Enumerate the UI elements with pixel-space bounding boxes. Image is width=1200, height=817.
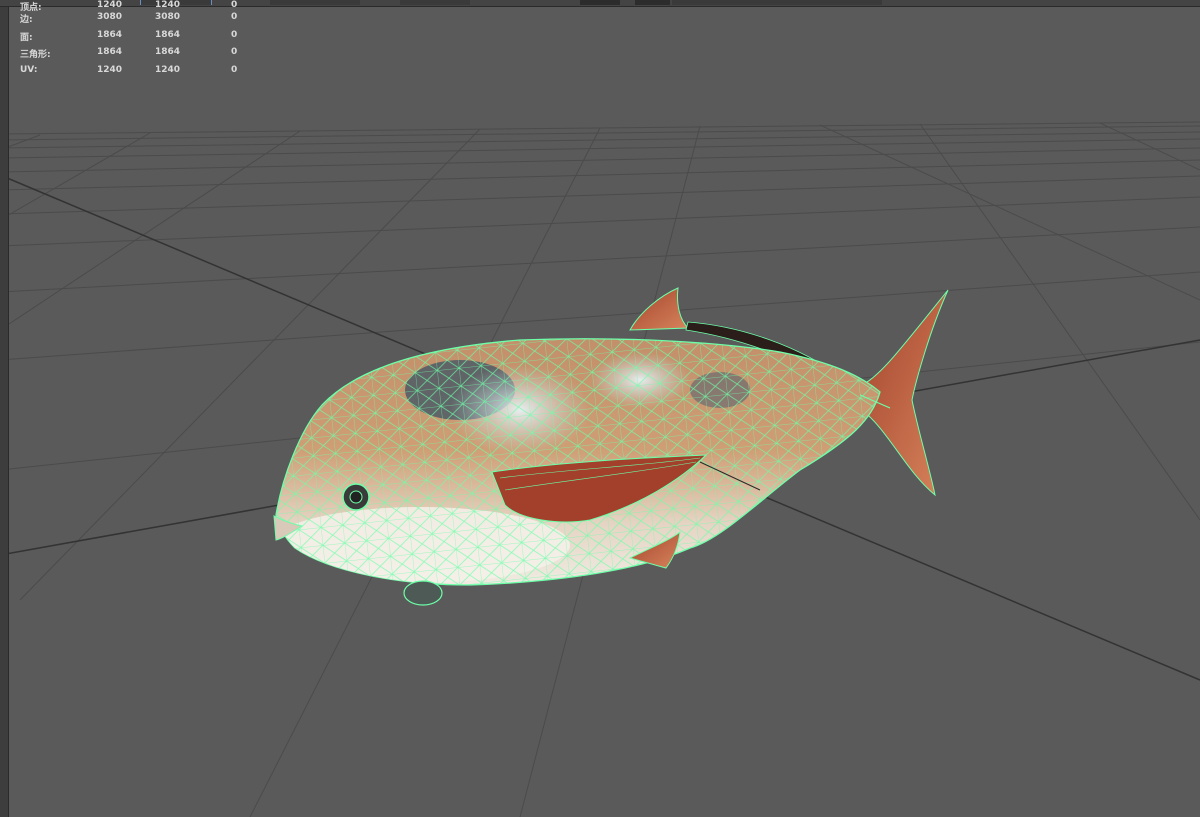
hud-value: 1240	[97, 65, 123, 76]
hud-value: 0	[231, 0, 238, 10]
maya-viewport[interactable]: 顶点: 1240 1240 0 边: 3080 3080 0 面: 1864 1…	[0, 0, 1200, 817]
hud-label: UV:	[20, 65, 38, 76]
hud-value: 1240	[97, 0, 123, 10]
viewport-left-border	[0, 0, 9, 817]
perspective-scene[interactable]	[0, 0, 1200, 817]
toolbar-icon-group-3[interactable]	[400, 0, 470, 5]
hud-value: 1864	[97, 29, 123, 40]
toolbar-field-2[interactable]	[635, 0, 670, 5]
dorsal-fin	[629, 287, 690, 331]
toolbar-field-1[interactable]	[580, 0, 620, 5]
hud-value: 3080	[155, 12, 181, 22]
hud-value: 1240	[155, 65, 181, 76]
toolbar-icon-group-2[interactable]	[270, 0, 360, 5]
fish-model[interactable]	[260, 287, 949, 606]
hud-value: 1240	[155, 0, 181, 10]
hud-value: 0	[231, 29, 238, 40]
hud-value: 1864	[155, 47, 181, 58]
hud-value: 0	[231, 47, 238, 58]
hud-value: 0	[231, 65, 238, 76]
hud-value: 3080	[97, 12, 123, 22]
hud-label: 三角形:	[20, 50, 51, 61]
hud-label: 面:	[20, 32, 33, 43]
hud-value: 0	[231, 12, 238, 22]
toolbar-field-3[interactable]	[672, 0, 882, 5]
hud-value: 1864	[155, 29, 181, 40]
hud-label: 边:	[20, 15, 33, 25]
hud-value: 1864	[97, 47, 123, 58]
